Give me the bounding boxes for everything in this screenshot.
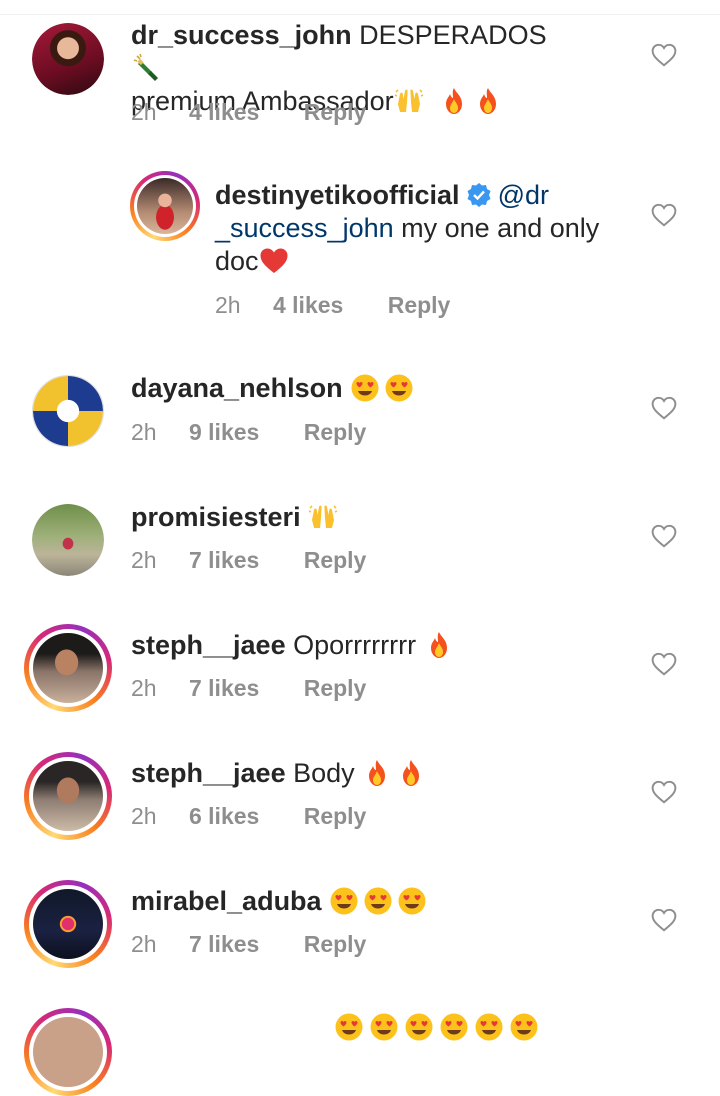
heart-icon[interactable] xyxy=(651,780,677,804)
avatar[interactable] xyxy=(32,23,104,95)
champagne-emoji xyxy=(131,53,161,83)
reply-button[interactable]: Reply xyxy=(304,419,367,445)
reply-button[interactable]: Reply xyxy=(304,803,367,829)
comment-time: 2h xyxy=(131,675,157,701)
comment-meta: 2h 4 likes Reply xyxy=(131,99,366,126)
reply-button[interactable]: Reply xyxy=(304,931,367,957)
likes-count[interactable]: 7 likes xyxy=(189,931,259,957)
comment-time: 2h xyxy=(131,99,157,125)
reply-button[interactable]: Reply xyxy=(304,675,367,701)
heart-eyes-emoji xyxy=(509,1012,539,1042)
comment-time: 2h xyxy=(131,803,157,829)
heart-eyes-emoji xyxy=(334,1012,364,1042)
reply-button[interactable]: Reply xyxy=(304,99,367,125)
heart-eyes-emoji xyxy=(397,886,427,916)
avatar[interactable] xyxy=(24,624,112,712)
comment-username[interactable]: steph__jaee xyxy=(131,630,286,660)
likes-count[interactable]: 7 likes xyxy=(189,547,259,573)
comment-body: dayana_nehlson xyxy=(131,372,414,405)
raised-hands-emoji xyxy=(394,86,424,116)
avatar[interactable] xyxy=(24,880,112,968)
fire-emoji xyxy=(439,86,469,116)
comment-text: my one and only xyxy=(401,213,600,243)
heart-eyes-emoji xyxy=(369,1012,399,1042)
comment-text: DESPERADOS xyxy=(359,20,547,50)
comment-time: 2h xyxy=(131,547,157,573)
mention-link[interactable]: @dr xyxy=(498,180,549,210)
comment-text: Body xyxy=(293,758,355,788)
heart-eyes-emoji xyxy=(363,886,393,916)
emoji-row-partial xyxy=(334,1012,539,1042)
fire-emoji xyxy=(424,630,454,660)
verified-badge-icon xyxy=(467,183,491,207)
comment-username[interactable]: dayana_nehlson xyxy=(131,373,343,403)
comment-body: promisiesteri xyxy=(131,501,338,534)
comment-time: 2h xyxy=(215,292,241,318)
avatar[interactable] xyxy=(24,1008,112,1096)
heart-icon[interactable] xyxy=(651,652,677,676)
reply-button[interactable]: Reply xyxy=(388,292,451,318)
heart-eyes-emoji xyxy=(439,1012,469,1042)
avatar[interactable] xyxy=(32,504,104,576)
fire-emoji xyxy=(473,86,503,116)
comment-meta: 2h 4 likes Reply xyxy=(215,292,450,319)
comment-meta: 2h 6 likes Reply xyxy=(131,803,366,830)
heart-eyes-emoji xyxy=(404,1012,434,1042)
heart-icon[interactable] xyxy=(651,524,677,548)
heart-eyes-emoji xyxy=(474,1012,504,1042)
avatar[interactable] xyxy=(24,752,112,840)
comment-text: Oporrrrrrrr xyxy=(293,630,417,660)
heart-icon[interactable] xyxy=(651,43,677,67)
comment-time: 2h xyxy=(131,931,157,957)
comment-body: steph__jaee Body xyxy=(131,757,426,790)
red-heart-emoji xyxy=(259,246,289,276)
likes-count[interactable]: 7 likes xyxy=(189,675,259,701)
heart-icon[interactable] xyxy=(651,908,677,932)
heart-icon[interactable] xyxy=(651,396,677,420)
fire-emoji xyxy=(362,758,392,788)
likes-count[interactable]: 4 likes xyxy=(189,99,259,125)
comment-meta: 2h 7 likes Reply xyxy=(131,931,366,958)
top-divider xyxy=(0,0,720,15)
heart-eyes-emoji xyxy=(384,373,414,403)
avatar[interactable] xyxy=(130,171,200,241)
heart-eyes-emoji xyxy=(329,886,359,916)
likes-count[interactable]: 6 likes xyxy=(189,803,259,829)
comment-time: 2h xyxy=(131,419,157,445)
comment-username[interactable]: destinyetikoofficial xyxy=(215,180,460,210)
comment-text-line2: doc xyxy=(215,246,259,276)
raised-hands-emoji xyxy=(308,502,338,532)
comment-username[interactable]: mirabel_aduba xyxy=(131,886,322,916)
comment-username[interactable]: steph__jaee xyxy=(131,758,286,788)
reply-button[interactable]: Reply xyxy=(304,547,367,573)
comment-meta: 2h 9 likes Reply xyxy=(131,419,366,446)
comment-body: steph__jaee Oporrrrrrrr xyxy=(131,629,454,662)
mention-link-cont[interactable]: _success_john xyxy=(215,213,394,243)
comment-body: destinyetikoofficial @dr _success_john my… xyxy=(215,179,635,278)
avatar[interactable] xyxy=(32,375,104,447)
comment-username[interactable]: dr_success_john xyxy=(131,20,352,50)
heart-eyes-emoji xyxy=(350,373,380,403)
comment-username[interactable]: promisiesteri xyxy=(131,502,301,532)
likes-count[interactable]: 9 likes xyxy=(189,419,259,445)
heart-icon[interactable] xyxy=(651,203,677,227)
likes-count[interactable]: 4 likes xyxy=(273,292,343,318)
comment-meta: 2h 7 likes Reply xyxy=(131,547,366,574)
fire-emoji xyxy=(396,758,426,788)
comment-body: mirabel_aduba xyxy=(131,885,427,918)
comment-meta: 2h 7 likes Reply xyxy=(131,675,366,702)
